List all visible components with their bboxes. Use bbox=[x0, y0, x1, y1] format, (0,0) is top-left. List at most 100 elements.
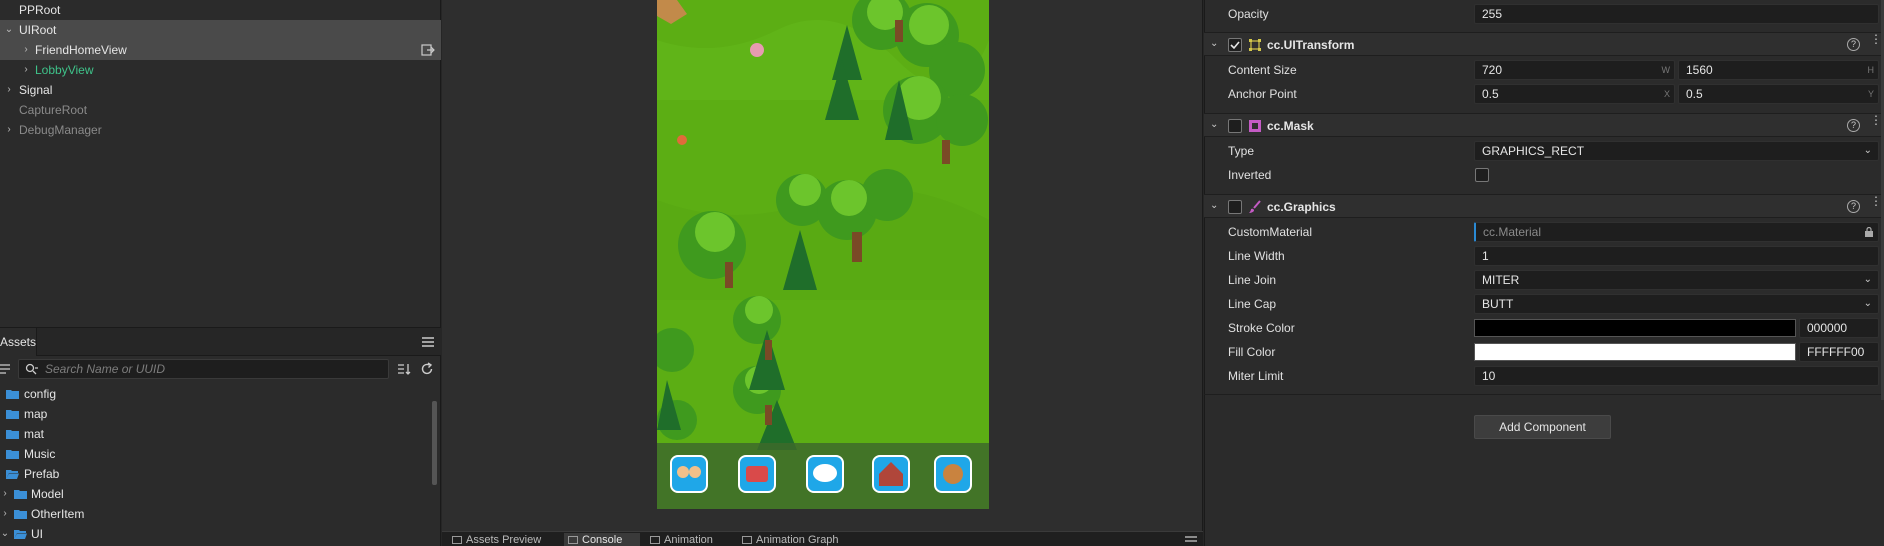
asset-folder-ui[interactable]: ⌄ UI bbox=[0, 524, 430, 544]
tree-item-label: Signal bbox=[19, 83, 53, 97]
fill-color-hex[interactable]: FFFFFF00 bbox=[1799, 342, 1879, 362]
asset-label: UI bbox=[31, 527, 43, 541]
prop-stroke-color: Stroke Color 000000 bbox=[1204, 316, 1884, 340]
search-box[interactable] bbox=[18, 359, 389, 379]
content-size-width-field[interactable]: 720 W bbox=[1474, 60, 1675, 80]
chevron-down-icon[interactable]: ⌄ bbox=[1210, 200, 1218, 211]
anchor-x-field[interactable]: 0.5 X bbox=[1474, 84, 1675, 104]
help-icon[interactable]: ? bbox=[1847, 119, 1860, 132]
preview-icon bbox=[452, 536, 462, 544]
tree-item-signal[interactable]: › Signal bbox=[0, 80, 441, 100]
chevron-right-icon[interactable]: › bbox=[20, 40, 32, 60]
search-input[interactable] bbox=[45, 361, 375, 377]
tree-item-label: DebugManager bbox=[19, 123, 102, 137]
opacity-field[interactable]: 255 bbox=[1474, 4, 1879, 24]
content-size-height-field[interactable]: 1560 H bbox=[1678, 60, 1879, 80]
prop-custom-material: CustomMaterial cc.Material bbox=[1204, 220, 1884, 244]
line-width-field[interactable]: 1 bbox=[1474, 246, 1879, 266]
tab-label: Animation bbox=[664, 534, 713, 546]
more-icon[interactable]: ⋮ bbox=[1870, 114, 1882, 126]
unit-label: W bbox=[1661, 65, 1671, 75]
folder-icon bbox=[14, 490, 27, 499]
component-enabled-checkbox[interactable] bbox=[1228, 119, 1242, 133]
tab-animation[interactable]: Animation bbox=[646, 533, 732, 546]
chevron-right-icon[interactable]: › bbox=[3, 80, 15, 100]
folder-open-icon bbox=[6, 470, 19, 479]
stroke-color-hex[interactable]: 000000 bbox=[1799, 318, 1879, 338]
anchor-y-field[interactable]: 0.5 Y bbox=[1678, 84, 1879, 104]
component-header-graphics[interactable]: ⌄ cc.Graphics ? ⋮ bbox=[1204, 194, 1884, 218]
asset-folder-config[interactable]: config bbox=[0, 384, 430, 404]
asset-label: Model bbox=[31, 487, 64, 501]
asset-folder-mat[interactable]: mat bbox=[0, 424, 430, 444]
tab-assets-preview[interactable]: Assets Preview bbox=[448, 533, 558, 546]
lock-icon[interactable] bbox=[1864, 227, 1874, 237]
chevron-down-icon[interactable]: ⌄ bbox=[1210, 38, 1218, 49]
assets-scrollbar[interactable] bbox=[432, 401, 437, 485]
transform-icon bbox=[1249, 39, 1261, 51]
game-preview bbox=[657, 0, 989, 509]
tab-console[interactable]: Console bbox=[564, 533, 640, 546]
asset-folder-model[interactable]: › Model bbox=[0, 484, 430, 504]
asset-folder-map[interactable]: map bbox=[0, 404, 430, 424]
scene-viewport[interactable] bbox=[442, 0, 1203, 531]
add-component-button[interactable]: Add Component bbox=[1474, 415, 1611, 439]
more-icon[interactable]: ⋮ bbox=[1870, 33, 1882, 45]
tab-animation-graph[interactable]: Animation Graph bbox=[738, 533, 858, 546]
folder-open-icon bbox=[14, 530, 27, 539]
menu-icon[interactable] bbox=[421, 335, 435, 349]
inverted-checkbox[interactable] bbox=[1475, 168, 1489, 182]
folder-icon bbox=[6, 410, 19, 419]
chevron-right-icon[interactable]: › bbox=[20, 60, 32, 80]
menu-icon[interactable] bbox=[1185, 535, 1197, 543]
prop-label: Fill Color bbox=[1228, 345, 1276, 359]
tree-item-friendhomeview[interactable]: › FriendHomeView bbox=[0, 40, 441, 60]
asset-label: OtherItem bbox=[31, 507, 85, 521]
field-value: 0.5 bbox=[1686, 87, 1703, 101]
help-icon[interactable]: ? bbox=[1847, 38, 1860, 51]
tree-item-debugmanager[interactable]: › DebugManager bbox=[0, 120, 441, 140]
miter-limit-field[interactable]: 10 bbox=[1474, 366, 1879, 386]
prop-label: Inverted bbox=[1228, 168, 1272, 182]
chevron-down-icon[interactable]: ⌄ bbox=[1210, 119, 1218, 130]
refresh-icon[interactable] bbox=[420, 362, 434, 376]
stroke-color-swatch[interactable] bbox=[1474, 319, 1796, 337]
asset-folder-otheritem[interactable]: › OtherItem bbox=[0, 504, 430, 524]
help-icon[interactable]: ? bbox=[1847, 200, 1860, 213]
chevron-down-icon: ⌄ bbox=[1863, 145, 1872, 156]
tree-item-pproot[interactable]: PPRoot bbox=[0, 0, 441, 20]
more-icon[interactable]: ⋮ bbox=[1870, 195, 1882, 207]
folder-icon bbox=[6, 390, 19, 399]
prop-label: Content Size bbox=[1228, 63, 1297, 77]
chevron-down-icon[interactable]: ⌄ bbox=[3, 20, 15, 40]
chevron-right-icon[interactable]: › bbox=[3, 120, 15, 140]
chevron-down-icon[interactable]: ⌄ bbox=[0, 524, 10, 544]
line-cap-select[interactable]: BUTT ⌄ bbox=[1474, 294, 1879, 314]
tree-item-label: LobbyView bbox=[35, 63, 94, 77]
inspector-panel: Opacity 255 ⌄ cc.UITransform ? ⋮ Content… bbox=[1204, 0, 1884, 546]
mask-type-select[interactable]: GRAPHICS_RECT ⌄ bbox=[1474, 141, 1879, 161]
component-header-uitransform[interactable]: ⌄ cc.UITransform ? ⋮ bbox=[1204, 32, 1884, 56]
chevron-right-icon[interactable]: › bbox=[0, 504, 10, 524]
component-enabled-checkbox[interactable] bbox=[1228, 200, 1242, 214]
component-enabled-checkbox[interactable] bbox=[1228, 38, 1242, 52]
component-title: cc.Graphics bbox=[1267, 200, 1336, 214]
tab-assets[interactable]: Assets bbox=[0, 328, 37, 356]
asset-label: map bbox=[24, 407, 48, 421]
asset-folder-prefab[interactable]: Prefab bbox=[0, 464, 430, 484]
create-menu-icon[interactable] bbox=[0, 363, 12, 375]
bottom-tabbar: Assets Preview Console Animation Animati… bbox=[442, 531, 1203, 546]
tree-item-lobbyview[interactable]: › LobbyView bbox=[0, 60, 441, 80]
sort-icon[interactable] bbox=[397, 362, 411, 376]
prop-content-size: Content Size 720 W 1560 H bbox=[1204, 58, 1884, 82]
asset-folder-music[interactable]: Music bbox=[0, 444, 430, 464]
exit-prefab-icon[interactable] bbox=[421, 43, 435, 57]
custom-material-field[interactable]: cc.Material bbox=[1474, 222, 1879, 242]
component-header-mask[interactable]: ⌄ cc.Mask ? ⋮ bbox=[1204, 113, 1884, 137]
fill-color-swatch[interactable] bbox=[1474, 343, 1796, 361]
line-join-select[interactable]: MITER ⌄ bbox=[1474, 270, 1879, 290]
tree-item-captureroot[interactable]: CaptureRoot bbox=[0, 100, 441, 120]
chevron-right-icon[interactable]: › bbox=[0, 484, 10, 504]
select-value: GRAPHICS_RECT bbox=[1482, 144, 1585, 158]
tree-item-uiroot[interactable]: ⌄ UIRoot bbox=[0, 20, 441, 40]
